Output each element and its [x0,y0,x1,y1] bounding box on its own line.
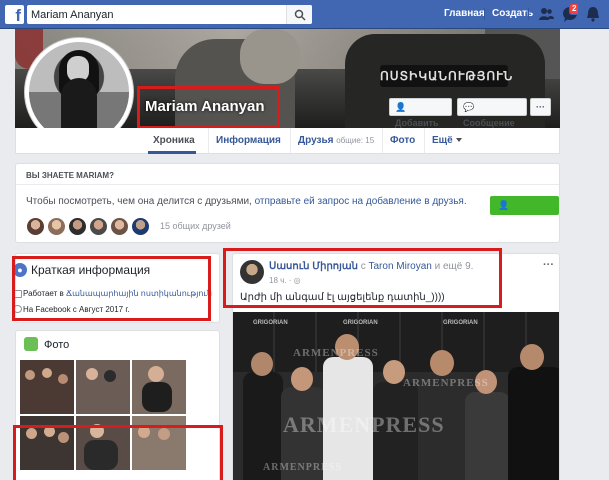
send-request-link[interactable]: отправьте ей запрос на добавление в друз… [255,196,467,207]
tab-photos[interactable]: Фото [382,128,422,153]
mutual-friend-avatar[interactable] [89,217,108,236]
avatar-photo [29,42,129,142]
nav-divider [528,8,529,20]
do-you-know-card: ВЫ ЗНАЕТЕ MARIAM? Чтобы посмотреть, чем … [15,163,560,243]
backdrop-logo: GRIGORIAN [343,320,378,326]
add-friend-label: Добавить [395,118,439,128]
photo-watermark: ARMENPRESS [293,347,379,359]
chevron-down-icon [455,138,462,143]
tab-label: Друзья [298,135,334,146]
mutual-friends-count: общие: 15 [336,136,375,145]
photo-thumbnail[interactable] [20,360,74,414]
backdrop-logo: GRIGORIAN [443,320,478,326]
nav-create-link[interactable]: Создать [492,8,533,19]
highlight-box-post [223,248,502,308]
mutual-friend-avatar[interactable] [26,217,45,236]
photo-watermark: ARMENPRESS [403,377,489,389]
message-button[interactable]: 💬 Сообщение [457,98,527,128]
cover-patch-text: ՈՍՏԻԿԱՆՈՒԹՅՈՒՆ [380,65,512,87]
do-you-know-title: ВЫ ЗНАЕТЕ MARIAM? [26,171,114,180]
photos-icon [24,337,38,351]
do-you-know-text: Чтобы посмотреть, чем она делится с друз… [26,196,467,207]
tab-label: Хроника [153,135,195,146]
add-friend-green-button[interactable]: 👤 Добавить [490,196,559,227]
photos-title[interactable]: Фото [44,339,69,351]
backdrop-logo: GRIGORIAN [253,320,288,326]
photo-thumbnail[interactable] [76,360,130,414]
post-options-button[interactable]: ··· [543,259,554,271]
mutual-friend-avatar[interactable] [110,217,129,236]
message-icon: 💬 [463,102,475,112]
tab-label: Ещё [432,135,453,146]
tab-label: Фото [390,135,416,146]
tab-label: Информация [216,135,281,146]
mutual-friend-avatar[interactable] [131,217,150,236]
photo-thumbnail[interactable] [132,360,186,414]
notification-count-badge: 2 [569,3,580,15]
mutual-friend-avatar[interactable] [47,217,66,236]
nav-divider [484,8,485,20]
search-input[interactable] [27,5,282,24]
notifications-bell-icon[interactable] [584,5,602,23]
tab-timeline[interactable]: Хроника [146,128,202,153]
mutual-friends-text[interactable]: 15 общих друзей [160,221,231,231]
tab-more[interactable]: Ещё [424,128,469,153]
do-you-know-message: Чтобы посмотреть, чем она делится с друз… [26,196,255,207]
tab-friends[interactable]: Друзья общие: 15 [290,128,381,153]
more-options-button[interactable]: ··· [530,98,551,116]
cover-figure [240,29,300,84]
message-label: Сообщение [463,118,515,128]
add-friend-icon: 👤 [498,200,510,210]
photo-watermark: ARMENPRESS [283,412,445,437]
divider [16,184,559,185]
add-friend-button[interactable]: 👤 Добавить [389,98,452,128]
search-box [27,5,312,24]
add-friend-label: Добавить [498,217,542,227]
nav-home-link[interactable]: Главная [444,8,485,19]
highlight-box-photos [13,425,223,480]
highlight-box-name [137,86,280,129]
add-friend-icon: 👤 [395,102,407,112]
photo-watermark: ARMENPRESS [263,462,342,473]
top-navigation-bar: f Главная Создать 2 [0,0,609,29]
mutual-friend-avatar[interactable] [68,217,87,236]
highlight-box-intro [12,256,211,321]
post-photo[interactable]: GRIGORIAN GRIGORIAN GRIGORIAN ARMENPRESS… [233,312,559,480]
facebook-logo-icon[interactable]: f [5,5,24,24]
search-button[interactable] [286,5,312,24]
tab-about[interactable]: Информация [208,128,288,153]
profile-tabs: Хроника Информация Друзья общие: 15 Фото… [15,128,560,154]
friend-requests-icon[interactable] [537,5,555,23]
search-icon [294,9,306,21]
active-tab-indicator [148,151,196,154]
